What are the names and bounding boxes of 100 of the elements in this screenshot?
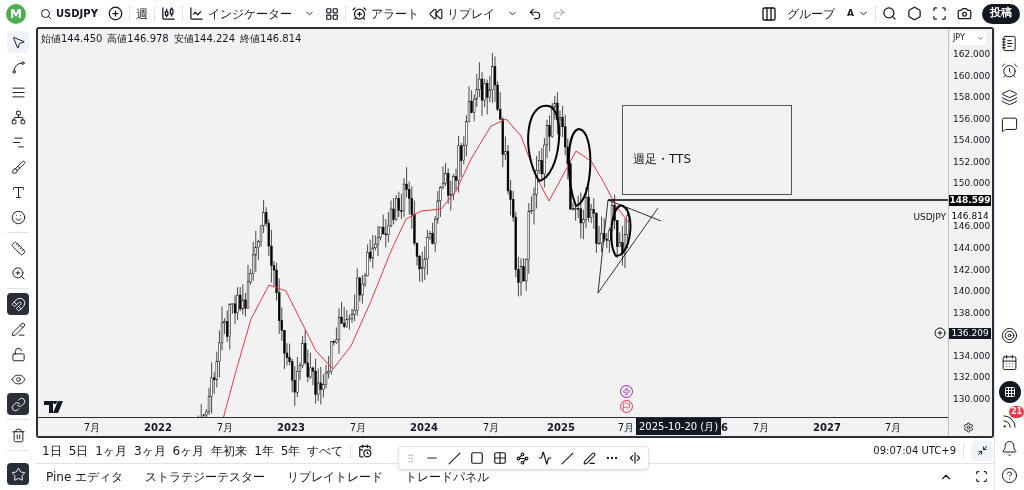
group-button[interactable]: グループ A <box>783 1 873 26</box>
price-axis-label: 160.000 <box>953 71 991 81</box>
bottom-tab[interactable]: リプレイトレード <box>287 467 384 486</box>
star-icon <box>10 466 26 482</box>
interval-button[interactable]: 週 <box>131 1 152 26</box>
range-button[interactable]: 年初来 <box>211 441 248 460</box>
price-tag: 136.209 <box>949 328 991 339</box>
text-icon <box>10 184 26 200</box>
price-axis-label: 154.000 <box>953 136 991 146</box>
indicators-button[interactable]: インジケーター <box>184 1 319 26</box>
range-button[interactable]: 3ヶ月 <box>133 441 166 460</box>
time-axis-label: 7月 <box>752 421 770 435</box>
path-icon[interactable] <box>538 451 552 465</box>
feed-icon[interactable] <box>1001 413 1018 430</box>
unlock-icon <box>10 346 26 362</box>
alarm-icon <box>351 6 367 21</box>
chevron-down-icon <box>977 34 984 42</box>
time-axis-label: 7月 <box>216 421 234 435</box>
pen-icon[interactable] <box>583 451 596 465</box>
ohlc-value: 安値144.224 <box>173 32 236 46</box>
tool-button[interactable] <box>7 31 29 53</box>
ruler-icon <box>10 240 26 256</box>
chat-icon[interactable] <box>1001 116 1018 133</box>
cursor-icon <box>10 34 26 50</box>
price-axis-label: 162.000 <box>953 50 991 59</box>
time-axis-label: 2025 <box>547 421 575 435</box>
target-icon[interactable] <box>1001 327 1018 344</box>
price-axis-label: 140.000 <box>953 287 991 297</box>
plus-circle-icon[interactable] <box>934 327 946 339</box>
price-axis-label: 152.000 <box>953 157 991 167</box>
tool-button[interactable] <box>7 293 29 315</box>
candlestick-icon <box>160 6 176 21</box>
notification-badge: 21 <box>1009 406 1024 418</box>
price-axis-label: 146.000 <box>953 222 991 232</box>
columns-icon <box>761 5 778 22</box>
price-axis-label: 158.000 <box>953 93 991 103</box>
brush-icon <box>10 159 26 175</box>
price-axis-label: 134.000 <box>953 351 991 361</box>
layers-icon[interactable] <box>1001 89 1018 106</box>
watchlist-icon[interactable] <box>1001 35 1018 52</box>
segment-icon[interactable] <box>561 451 574 465</box>
eye-icon <box>10 371 26 387</box>
chart-line-icon <box>188 6 204 21</box>
maximize-icon[interactable] <box>975 470 988 483</box>
grid-icon <box>1003 386 1016 398</box>
replay-button[interactable]: リプレイ <box>424 1 522 26</box>
currency-dropdown[interactable]: JPY <box>951 31 986 45</box>
price-axis-label: 130.000 <box>953 394 991 404</box>
channel-icon[interactable] <box>516 451 529 465</box>
bell-icon[interactable] <box>1001 440 1018 457</box>
search-icon <box>882 6 897 21</box>
bottom-tab[interactable]: ストラテジーテスター <box>145 467 266 486</box>
ohlc-value: 終値146.814 <box>240 32 302 46</box>
bottom-tab[interactable]: トレードパネル <box>405 467 490 486</box>
undo-icon <box>527 6 542 21</box>
time-axis-label: 6 <box>721 421 729 435</box>
range-icon[interactable] <box>493 451 507 465</box>
projection-icon <box>10 134 26 150</box>
lightning-icon[interactable] <box>620 385 633 398</box>
pencil-icon <box>10 321 26 337</box>
range-button[interactable]: すべて <box>307 441 344 460</box>
calendar-icon[interactable] <box>358 443 373 458</box>
range-button[interactable]: 1日 <box>42 441 62 460</box>
price-axis-label: 142.000 <box>953 265 991 275</box>
symbol-search-button[interactable]: USDJPY <box>36 1 102 26</box>
vertical-line-icon[interactable] <box>628 451 642 465</box>
clock: 09:07:04 UTC+9 <box>873 444 956 458</box>
range-button[interactable]: 5日 <box>68 441 89 460</box>
grid-icon <box>324 6 339 21</box>
time-axis-label: 2027 <box>813 421 841 435</box>
tradingview-logo-icon <box>44 401 66 413</box>
range-button[interactable]: 6ヶ月 <box>172 441 205 460</box>
line-icon[interactable] <box>448 451 461 465</box>
pattern-icon <box>10 109 26 125</box>
range-button[interactable]: 5年 <box>280 441 301 460</box>
smile-icon <box>10 209 26 225</box>
search-icon <box>40 7 52 20</box>
time-axis-label: 2023 <box>277 421 305 435</box>
apps-button[interactable] <box>998 381 1021 403</box>
collapse-button[interactable] <box>971 440 993 461</box>
symbol-label: USDJPY <box>913 213 946 222</box>
redo-icon <box>551 6 566 21</box>
tool-button[interactable] <box>7 393 29 415</box>
post-button[interactable]: 投稿 <box>982 3 1020 24</box>
alarm-clock-icon[interactable] <box>1001 62 1018 79</box>
range-button[interactable]: 1ヶ月 <box>95 441 127 460</box>
rewind-icon <box>428 6 443 21</box>
price-axis-label: 144.000 <box>953 244 991 254</box>
help-icon[interactable] <box>1001 467 1018 484</box>
drag-handle-icon[interactable] <box>405 452 416 464</box>
bottom-tab[interactable]: Pine エディタ <box>46 467 124 486</box>
ohlc-value: 始値144.450 <box>41 32 103 46</box>
tool-button[interactable] <box>7 463 29 485</box>
calendar-icon[interactable] <box>1001 354 1018 371</box>
range-button[interactable]: 1年 <box>254 441 274 460</box>
alert-button[interactable]: アラート <box>347 1 423 26</box>
collapse-icon <box>976 445 988 456</box>
rectangle-icon[interactable] <box>470 451 484 465</box>
time-axis-label: 7月 <box>349 421 367 435</box>
camera-icon <box>957 6 972 21</box>
